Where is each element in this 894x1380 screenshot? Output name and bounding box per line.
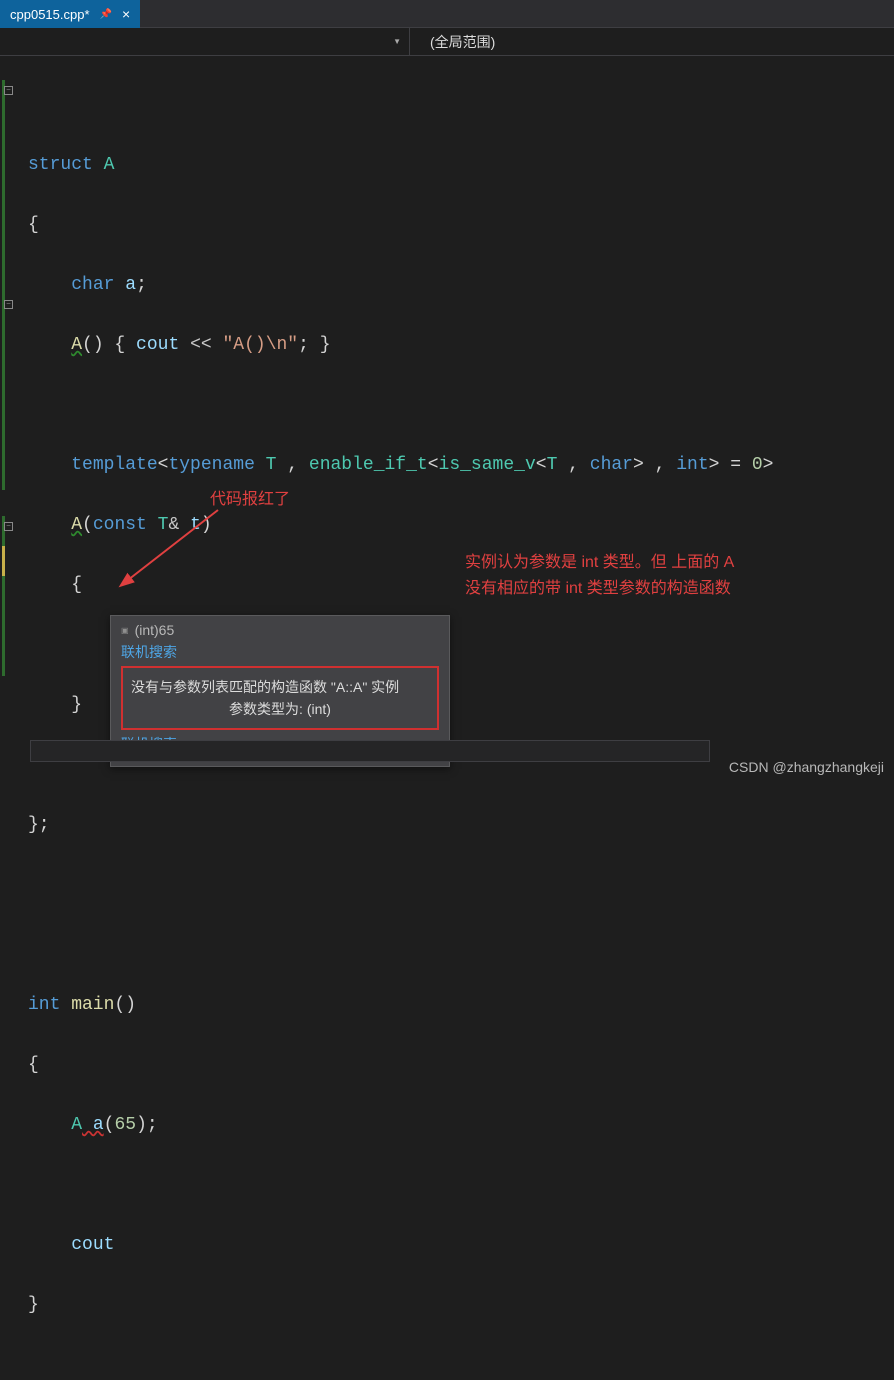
- tooltip-search-link[interactable]: 联机搜索: [121, 642, 439, 662]
- annotation-line: 实例认为参数是 int 类型。但 上面的 A: [465, 550, 734, 576]
- annotation-explanation: 实例认为参数是 int 类型。但 上面的 A 没有相应的带 int 类型参数的构…: [465, 550, 734, 602]
- code-line: [28, 870, 894, 900]
- tooltip-error-box: 没有与参数列表匹配的构造函数 "A::A" 实例 参数类型为: (int): [121, 666, 439, 730]
- change-indicator: [2, 576, 6, 676]
- change-indicator-unsaved: [2, 546, 6, 576]
- tooltip-error-line: 参数类型为: (int): [131, 698, 429, 720]
- code-line: [28, 930, 894, 960]
- scope-label[interactable]: (全局范围): [410, 32, 495, 52]
- code-line: [28, 1170, 894, 1200]
- tooltip-error-line: 没有与参数列表匹配的构造函数 "A::A" 实例: [131, 676, 429, 698]
- code-line: {: [28, 1050, 894, 1080]
- code-line: template<typename T , enable_if_t<is_sam…: [28, 450, 894, 480]
- code-line: [28, 390, 894, 420]
- fold-toggle[interactable]: −: [4, 300, 13, 309]
- watermark: CSDN @zhangzhangkeji: [729, 759, 884, 775]
- code-line: {: [28, 570, 894, 600]
- code-line: {: [28, 210, 894, 240]
- close-icon[interactable]: ×: [122, 6, 130, 22]
- code-line: }: [28, 1290, 894, 1320]
- annotation-line: 没有相应的带 int 类型参数的构造函数: [465, 576, 734, 602]
- pin-icon[interactable]: 📌: [100, 9, 112, 20]
- code-line: A() { cout << "A()\n"; }: [28, 330, 894, 360]
- chevron-down-icon: ▼: [393, 37, 401, 46]
- tab-filename: cpp0515.cpp*: [10, 7, 90, 22]
- fold-toggle[interactable]: −: [4, 86, 13, 95]
- code-line: A a(65);: [28, 1110, 894, 1140]
- change-indicator: [2, 516, 6, 546]
- scope-dropdown-left[interactable]: ▼: [0, 28, 410, 55]
- change-indicator: [2, 80, 6, 490]
- code-line: int main(): [28, 990, 894, 1020]
- code-line: struct A: [28, 150, 894, 180]
- code-line: cout: [28, 1230, 894, 1260]
- code-line: char a;: [28, 270, 894, 300]
- code-line: };: [28, 810, 894, 840]
- bottom-input[interactable]: [30, 740, 710, 762]
- file-tab[interactable]: cpp0515.cpp* 📌 ×: [0, 0, 140, 28]
- scope-bar: ▼ (全局范围): [0, 28, 894, 56]
- tooltip-info: ▣ (int)65: [121, 622, 439, 638]
- tab-bar: cpp0515.cpp* 📌 ×: [0, 0, 894, 28]
- code-line: A(const T& t): [28, 510, 894, 540]
- code-line: [28, 90, 894, 120]
- fold-toggle[interactable]: −: [4, 522, 13, 531]
- annotation-error-label: 代码报红了: [210, 485, 290, 509]
- info-icon: ▣: [121, 626, 129, 635]
